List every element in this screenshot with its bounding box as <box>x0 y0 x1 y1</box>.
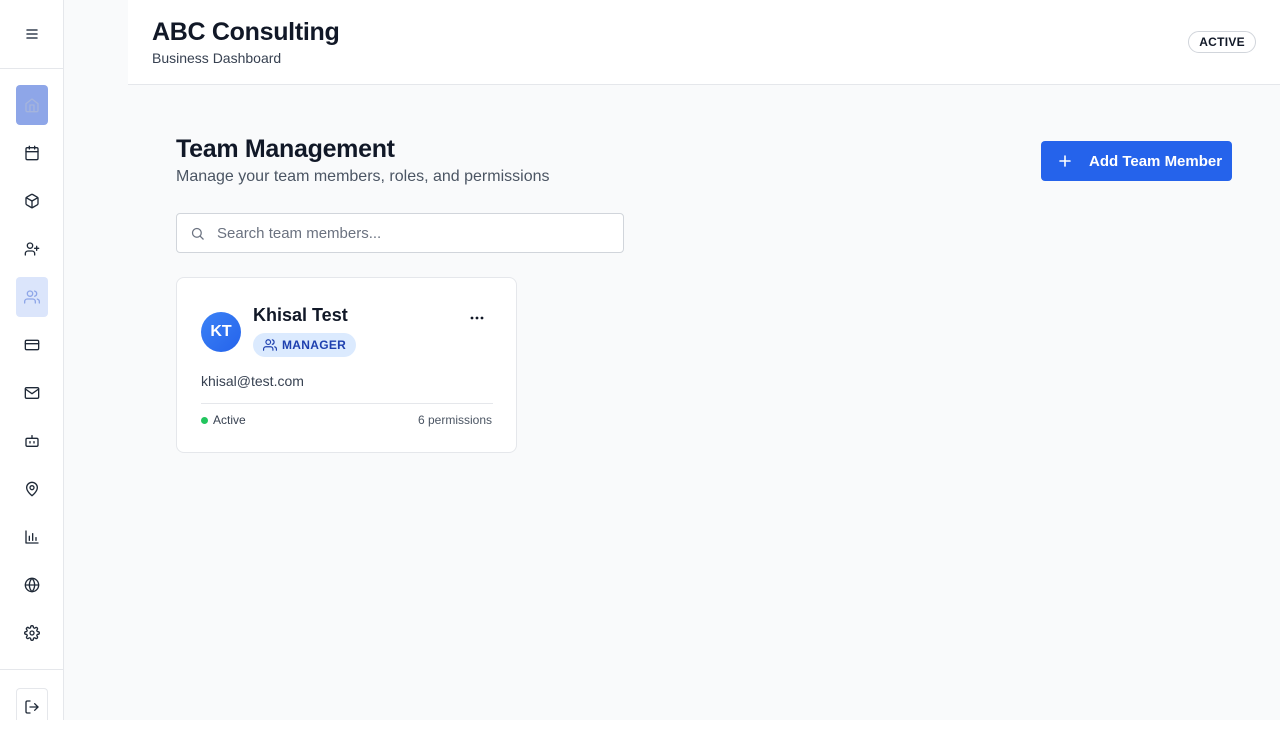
search-icon <box>177 226 217 241</box>
permissions-count: 6 permissions <box>417 413 492 427</box>
account-status-badge: ACTIVE <box>1188 31 1256 53</box>
sidebar-gutter <box>64 0 128 720</box>
top-header: ABC Consulting Business Dashboard ACTIVE <box>128 0 1280 85</box>
avatar: KT <box>201 312 241 352</box>
role-badge: MANAGER <box>253 333 357 357</box>
logout-icon <box>25 699 39 714</box>
bottom-strip <box>0 720 1280 742</box>
sidebar-item-billing[interactable] <box>16 325 48 365</box>
users-icon <box>24 290 40 304</box>
role-label: MANAGER <box>282 338 347 352</box>
member-status-label: Active <box>213 413 246 427</box>
sidebar-item-settings[interactable] <box>16 613 48 653</box>
settings-icon <box>24 625 40 641</box>
dashboard-subtitle: Business Dashboard <box>152 50 282 66</box>
home-icon <box>25 98 39 113</box>
mail-icon <box>24 387 40 399</box>
users-icon <box>263 339 277 351</box>
plus-icon <box>1041 155 1089 167</box>
main-content: Team Management Manage your team members… <box>128 85 1280 720</box>
member-email: khisal@test.com <box>201 373 304 389</box>
sidebar-item-mail[interactable] <box>16 373 48 413</box>
sidebar-item-locations[interactable] <box>16 469 48 509</box>
sidebar-item-team[interactable] <box>16 277 48 317</box>
add-team-member-label: Add Team Member <box>1089 152 1223 170</box>
logout-button[interactable] <box>16 688 48 724</box>
team-member-card: KT Khisal Test MANAGER khisal@test.com A… <box>176 277 517 453</box>
search-container <box>176 213 624 253</box>
bar-chart-icon <box>25 530 39 544</box>
sidebar-item-calendar[interactable] <box>16 133 48 173</box>
add-team-member-button[interactable]: Add Team Member <box>1041 141 1232 181</box>
card-divider <box>201 403 493 404</box>
company-name: ABC Consulting <box>152 18 340 46</box>
package-icon <box>25 193 39 209</box>
sidebar-item-home[interactable] <box>16 85 48 125</box>
menu-toggle-button[interactable] <box>0 0 64 69</box>
sidebar-item-add-user[interactable] <box>16 229 48 269</box>
map-pin-icon <box>26 481 38 497</box>
user-plus-icon <box>24 242 40 256</box>
sidebar-item-web[interactable] <box>16 565 48 605</box>
member-options-button[interactable] <box>465 308 489 328</box>
sidebar-item-bot[interactable] <box>16 421 48 461</box>
sidebar-item-products[interactable] <box>16 181 48 221</box>
sidebar-item-analytics[interactable] <box>16 517 48 557</box>
credit-card-icon <box>24 339 40 351</box>
menu-icon <box>26 29 38 39</box>
globe-icon <box>24 577 40 593</box>
more-horizontal-icon <box>470 316 484 320</box>
bot-icon <box>25 435 39 447</box>
member-name: Khisal Test <box>253 305 348 325</box>
search-input[interactable] <box>217 224 607 242</box>
sidebar <box>0 0 64 724</box>
calendar-icon <box>25 145 39 161</box>
page-subtitle: Manage your team members, roles, and per… <box>176 168 550 185</box>
page-title: Team Management <box>176 135 395 163</box>
sidebar-footer <box>0 669 64 724</box>
status-dot-icon <box>201 416 208 424</box>
member-status: Active <box>201 413 246 427</box>
